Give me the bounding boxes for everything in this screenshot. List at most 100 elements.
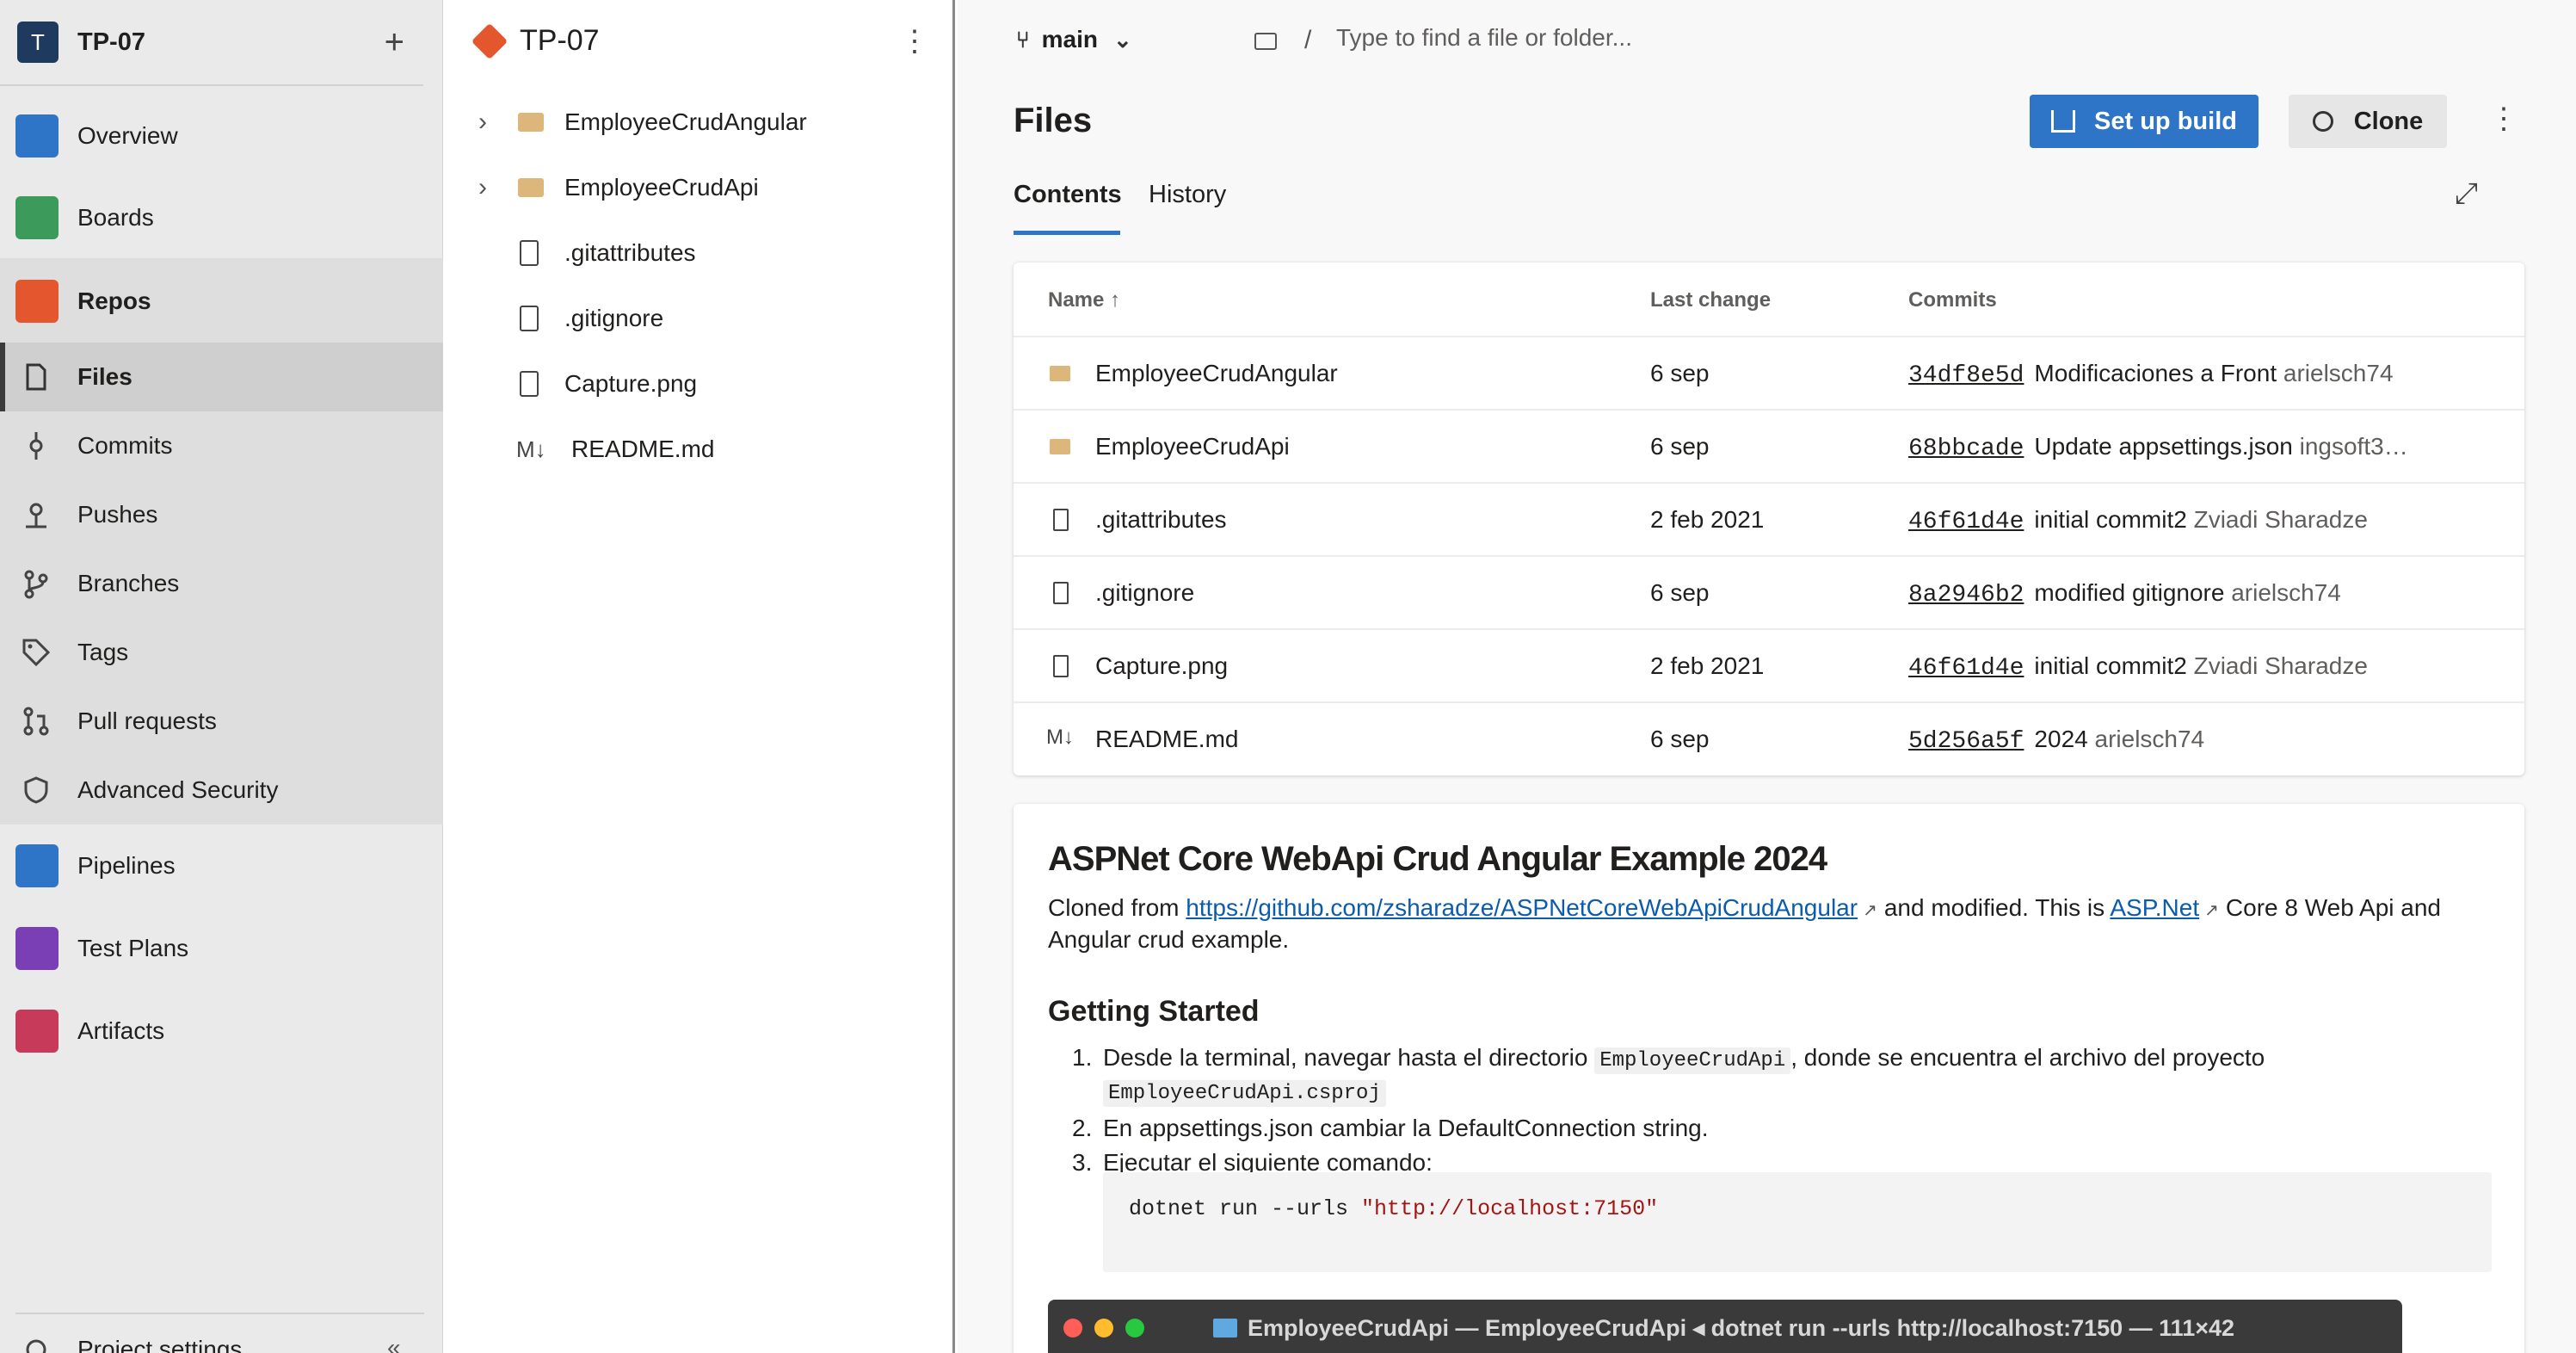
commit-link[interactable]: 46f61d4e	[1908, 655, 2024, 682]
commit-link[interactable]: 5d256a5f	[1908, 728, 2024, 755]
commit-message: initial commit2	[2034, 506, 2187, 533]
test-plans-icon	[15, 927, 59, 970]
column-header-name[interactable]: Name ↑	[1048, 288, 1120, 312]
nav-item-files[interactable]: Files	[0, 361, 443, 392]
tag-icon	[22, 639, 51, 667]
file-name[interactable]: Capture.png	[1095, 652, 1228, 680]
github-link[interactable]: https://github.com/zsharadze/ASPNetCoreW…	[1186, 894, 1858, 921]
nav-item-label: Tags	[77, 639, 129, 665]
build-icon	[2051, 110, 2076, 133]
tree-item[interactable]: › EmployeeCrudAngular	[444, 96, 952, 148]
repo-more-icon[interactable]: ⋮	[900, 24, 929, 59]
collapse-nav-icon[interactable]: «	[387, 1334, 401, 1353]
file-icon	[520, 240, 539, 266]
new-item-plus-icon[interactable]: +	[385, 25, 404, 59]
tree-item[interactable]: › EmployeeCrudApi	[444, 162, 952, 213]
nav-item-branches[interactable]: Branches	[0, 568, 443, 599]
branch-selector[interactable]: ⑂ main ⌄	[1016, 26, 1132, 53]
commit-link[interactable]: 34df8e5d	[1908, 362, 2024, 389]
nav-item-label: Files	[77, 363, 132, 390]
readme-subheading: Getting Started	[1048, 995, 1260, 1028]
aspnet-link[interactable]: ASP.Net	[2110, 894, 2199, 921]
branch-icon	[24, 570, 48, 599]
nav-item-repos[interactable]: Repos	[0, 280, 443, 323]
file-name[interactable]: EmployeeCrudApi	[1095, 433, 1290, 460]
tab-history[interactable]: History	[1149, 181, 1226, 209]
file-name[interactable]: README.md	[1095, 726, 1238, 753]
commit-message: 2024	[2034, 726, 2088, 752]
nav-item-pipelines[interactable]: Pipelines	[0, 844, 443, 887]
set-up-build-button[interactable]: Set up build	[2030, 95, 2259, 148]
table-row[interactable]: EmployeeCrudApi 6 sep 68bbcade Update app…	[1014, 409, 2524, 482]
tree-item-label: .gitattributes	[564, 239, 696, 266]
nav-item-label: Overview	[77, 122, 178, 149]
table-row[interactable]: EmployeeCrudAngular 6 sep 34df8e5d Modifi…	[1014, 336, 2524, 409]
tree-item-label: README.md	[571, 436, 715, 462]
project-avatar[interactable]: T	[17, 22, 59, 63]
table-row[interactable]: Capture.png 2 feb 2021 46f61d4e initial c…	[1014, 628, 2524, 701]
file-name[interactable]: EmployeeCrudAngular	[1095, 360, 1338, 387]
nav-item-label: Repos	[77, 287, 151, 314]
commit-link[interactable]: 68bbcade	[1908, 436, 2024, 462]
commit-message: initial commit2	[2034, 652, 2187, 679]
nav-item-tags[interactable]: Tags	[0, 637, 443, 668]
project-settings-link[interactable]: Project settings	[0, 1332, 443, 1353]
project-settings-label: Project settings	[77, 1336, 243, 1353]
commit-link[interactable]: 8a2946b2	[1908, 582, 2024, 609]
maximize-dot-icon	[1125, 1319, 1144, 1338]
chevron-down-icon: ⌄	[1112, 26, 1132, 53]
tree-item[interactable]: M↓ README.md	[444, 423, 952, 475]
tab-contents[interactable]: Contents	[1014, 181, 1122, 209]
nav-item-label: Pushes	[77, 501, 158, 528]
table-row[interactable]: .gitignore 6 sep 8a2946b2 modified gitign…	[1014, 555, 2524, 628]
project-nav: T TP-07 + Overview Boards Repos Files Co…	[0, 0, 443, 1353]
nav-item-test-plans[interactable]: Test Plans	[0, 927, 443, 970]
nav-item-pushes[interactable]: Pushes	[0, 499, 443, 530]
nav-item-commits[interactable]: Commits	[0, 430, 443, 461]
nav-item-artifacts[interactable]: Artifacts	[0, 1010, 443, 1053]
commit-author: arielsch74	[2094, 726, 2205, 752]
tree-item[interactable]: .gitattributes	[444, 227, 952, 279]
overview-icon	[15, 114, 59, 158]
close-dot-icon	[1063, 1319, 1082, 1338]
fullscreen-expand-icon[interactable]: ⤢	[2455, 177, 2478, 211]
clone-button[interactable]: Clone	[2289, 95, 2447, 148]
nav-item-label: Advanced Security	[77, 776, 279, 803]
file-icon	[520, 371, 539, 397]
clone-icon	[2312, 111, 2333, 132]
file-icon	[1053, 509, 1069, 531]
page-title: Files	[1014, 102, 1093, 139]
tree-item-label: EmployeeCrudAngular	[564, 108, 807, 135]
project-name[interactable]: TP-07	[77, 28, 385, 57]
commit-link[interactable]: 46f61d4e	[1908, 509, 2024, 535]
table-row[interactable]: .gitattributes 2 feb 2021 46f61d4e initia…	[1014, 482, 2524, 555]
folder-icon	[1213, 1319, 1237, 1338]
repo-header[interactable]: TP-07	[471, 22, 600, 59]
project-header: T TP-07 +	[0, 0, 423, 86]
table-row[interactable]: M↓ README.md 6 sep 5d256a5f 2024 arielsch…	[1014, 701, 2524, 775]
tree-item[interactable]: Capture.png	[444, 358, 952, 410]
nav-item-overview[interactable]: Overview	[0, 114, 443, 158]
nav-item-boards[interactable]: Boards	[0, 196, 443, 239]
commit-message: Update appsettings.json	[2034, 433, 2293, 460]
chevron-right-icon[interactable]: ›	[478, 173, 487, 202]
chevron-right-icon[interactable]: ›	[478, 108, 487, 137]
pipelines-icon	[15, 844, 59, 887]
last-change: 6 sep	[1650, 579, 1710, 606]
clone-label: Clone	[2353, 107, 2424, 135]
nav-item-advanced-security[interactable]: Advanced Security	[0, 775, 443, 806]
minimize-dot-icon	[1094, 1319, 1113, 1338]
path-search-input[interactable]	[1336, 24, 1852, 52]
nav-item-label: Branches	[77, 570, 180, 596]
commit-message: modified gitignore	[2034, 579, 2225, 606]
list-item: 1. Desde la terminal, navegar hasta el di…	[1072, 1044, 2265, 1107]
folder-icon[interactable]	[1254, 33, 1277, 50]
set-up-build-label: Set up build	[2094, 107, 2237, 135]
nav-item-pull-requests[interactable]: Pull requests	[0, 706, 443, 737]
folder-icon	[518, 178, 544, 197]
more-actions-icon[interactable]: ⋮	[2489, 102, 2518, 136]
file-name[interactable]: .gitattributes	[1095, 506, 1227, 534]
file-name[interactable]: .gitignore	[1095, 579, 1194, 607]
folder-icon	[1050, 366, 1070, 381]
tree-item[interactable]: .gitignore	[444, 293, 952, 344]
